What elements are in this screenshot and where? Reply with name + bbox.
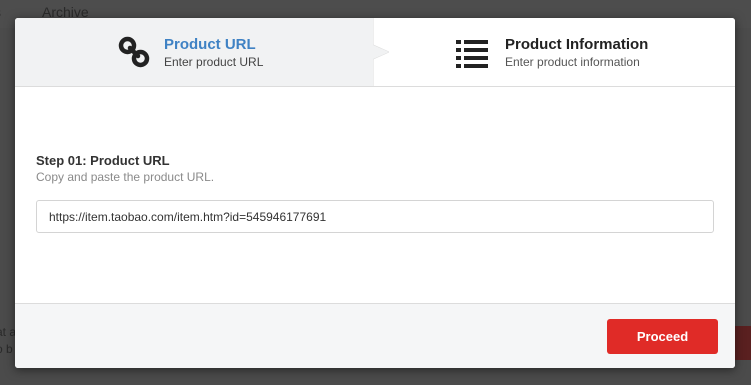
product-url-input[interactable] — [36, 200, 714, 233]
step-wizard: Product URL Enter product URL Product In… — [15, 18, 735, 87]
step-subtitle: Enter product information — [505, 55, 640, 69]
step-title: Product Information — [505, 36, 649, 53]
step-product-url[interactable]: Product URL Enter product URL — [15, 18, 373, 86]
field-help-text: Copy and paste the product URL. — [36, 170, 215, 184]
add-product-modal: Product URL Enter product URL Product In… — [15, 18, 735, 368]
step-divider-arrow — [373, 18, 389, 86]
field-label: Step 01: Product URL — [36, 153, 170, 168]
modal-footer: Proceed — [15, 303, 735, 368]
background-button — [735, 326, 751, 360]
background-side-text: at a — [0, 325, 17, 339]
modal-body: Step 01: Product URL Copy and paste the … — [15, 87, 735, 303]
background-tab: s — [0, 4, 1, 20]
proceed-button[interactable]: Proceed — [607, 319, 718, 354]
list-icon — [456, 40, 488, 68]
step-subtitle: Enter product URL — [164, 55, 264, 69]
background-side-text: o b — [0, 342, 13, 356]
step-title: Product URL — [164, 36, 256, 53]
link-icon — [118, 36, 150, 68]
